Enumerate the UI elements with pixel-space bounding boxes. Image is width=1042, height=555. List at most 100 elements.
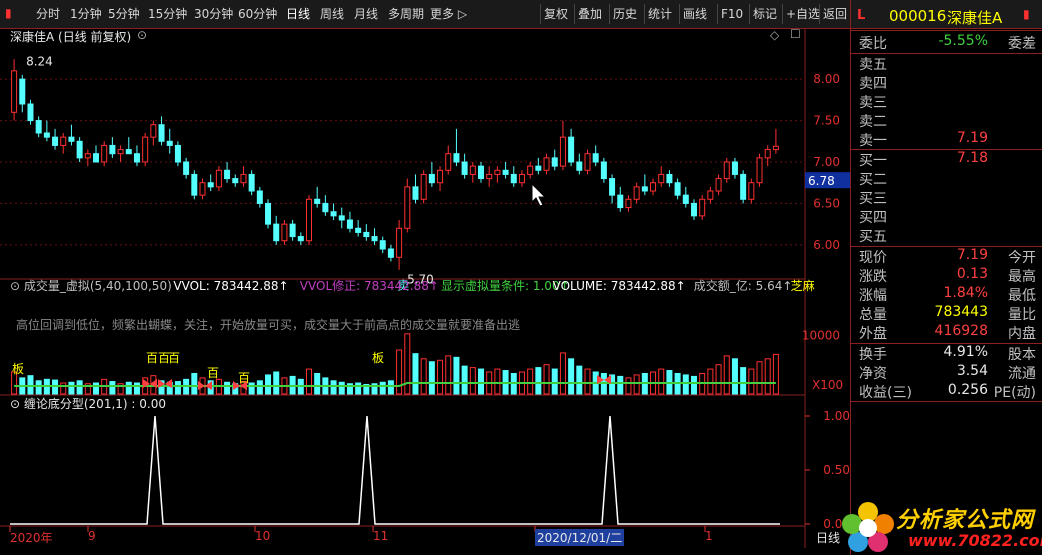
- tool-button[interactable]: 复权: [544, 5, 568, 23]
- volume-bar: [273, 371, 280, 395]
- volume-note: 高位回调到低位，频繁出蝴蝶，关注，开始放量可买，成交量大于前高点的成交量就要准备…: [16, 317, 520, 332]
- volume-bar: [35, 380, 42, 395]
- tool-button[interactable]: +自选: [786, 5, 820, 23]
- candle: [371, 236, 378, 242]
- kline-chart[interactable]: 8.00 7.50 7.00 6.50 6.00 8.24 5.70 卖 6.78 ⊙ 成交量_虚…: [0, 27, 851, 548]
- y-tick-label: 6.00: [813, 238, 840, 252]
- row-label: 收益(三): [859, 385, 912, 401]
- volume-bar: [379, 381, 386, 395]
- volume-bar: [355, 382, 362, 395]
- ask-row: 卖三: [855, 92, 1040, 111]
- volume-bar: [305, 368, 312, 395]
- volume-bar: [494, 368, 501, 395]
- row-value: 7.19: [956, 247, 988, 263]
- volume-bar: [420, 358, 427, 395]
- candle: [109, 144, 116, 155]
- volume-bar: [338, 381, 345, 395]
- period-tab[interactable]: 30分钟: [194, 5, 233, 23]
- period-tab[interactable]: 15分钟: [148, 5, 187, 23]
- y-tick-label: 6.50: [813, 196, 840, 210]
- l-icon: L: [857, 8, 866, 23]
- date-label: 2020年: [10, 531, 53, 545]
- y-tick-label: 7.50: [813, 114, 840, 128]
- row-label-right: 流通: [1008, 366, 1036, 382]
- tool-button[interactable]: 画线: [683, 5, 707, 23]
- expand-icon[interactable]: ▮: [1023, 7, 1030, 21]
- y-tick-label: 7.00: [813, 155, 840, 169]
- quote-row: 总量 783443 量比: [855, 304, 1040, 323]
- indicator-y-tick: 1.00: [823, 409, 850, 423]
- chart-canvas[interactable]: 8.007.507.006.506.008.245.70卖6.78⊙ 成交量_虚…: [0, 28, 851, 548]
- menu-icon[interactable]: ▮: [5, 6, 12, 20]
- row-label-right: 内盘: [1008, 326, 1036, 342]
- candle: [478, 165, 485, 180]
- candle: [240, 173, 247, 184]
- period-tab[interactable]: 日线: [286, 5, 310, 23]
- tool-button[interactable]: F10: [721, 5, 743, 23]
- volume-bar: [772, 353, 779, 395]
- row-label: 卖三: [859, 95, 887, 111]
- candle: [133, 153, 140, 163]
- diamond-icon[interactable]: ◇: [770, 28, 779, 42]
- volume-bar: [461, 365, 468, 395]
- row-value: 7.18: [956, 150, 988, 166]
- candle: [396, 227, 403, 258]
- row-value: 4.91%: [943, 344, 988, 360]
- candle: [559, 136, 566, 167]
- quote-row: 外盘 416928 内盘: [855, 323, 1040, 342]
- volume-bar: [576, 365, 583, 395]
- tool-button[interactable]: 返回: [823, 5, 847, 23]
- period-tab[interactable]: 分时: [36, 5, 60, 23]
- row-label-right: 最低: [1008, 288, 1036, 304]
- candle: [756, 157, 763, 184]
- bid-row: 买一 7.18: [855, 150, 1040, 169]
- candle: [740, 173, 747, 200]
- volume-bar: [27, 375, 34, 395]
- period-tab[interactable]: 月线: [354, 5, 378, 23]
- candle: [281, 223, 288, 242]
- signal-line: [10, 415, 780, 525]
- volume-bar: [584, 368, 591, 395]
- row-label-right: 最高: [1008, 269, 1036, 285]
- row-value: 0.256: [947, 382, 988, 398]
- candle: [510, 173, 517, 184]
- volume-bar: [568, 358, 575, 395]
- candle: [748, 182, 755, 200]
- period-tab[interactable]: 更多 ▷: [430, 5, 467, 23]
- chevron-down-icon[interactable]: ⊙: [137, 28, 147, 42]
- candle: [453, 153, 460, 163]
- volume-signal-label: 百百: [146, 351, 170, 365]
- volume-bar: [740, 367, 747, 395]
- volume-header-item: VVOL修正: 783442.88↑: [300, 278, 439, 293]
- period-tab[interactable]: 周线: [320, 5, 344, 23]
- period-tab[interactable]: 5分钟: [108, 5, 140, 23]
- high-price-label: 8.24: [26, 54, 53, 68]
- close-icon[interactable]: ☐: [790, 27, 801, 41]
- volume-bar: [76, 380, 83, 395]
- volume-header-item: 芝麻: [791, 278, 815, 293]
- candle: [486, 173, 493, 180]
- row-label: 总量: [859, 307, 887, 323]
- volume-bar: [690, 375, 697, 395]
- volume-header-item: VOLUME: 783442.88↑: [553, 279, 686, 293]
- volume-bar: [174, 381, 181, 395]
- candle: [682, 194, 689, 204]
- row-label-right: PE(动): [993, 385, 1036, 401]
- period-tab[interactable]: 60分钟: [238, 5, 277, 23]
- tool-button[interactable]: 统计: [648, 5, 672, 23]
- candle: [166, 140, 173, 146]
- candle: [322, 202, 329, 213]
- candle: [215, 169, 222, 188]
- period-tab[interactable]: 1分钟: [70, 5, 102, 23]
- volume-bar: [535, 367, 542, 395]
- tool-button[interactable]: 标记: [753, 5, 777, 23]
- tool-button[interactable]: 历史: [613, 5, 637, 23]
- volume-signal-label: 百: [238, 371, 250, 385]
- candle: [379, 240, 386, 250]
- weibi-label: 委比: [859, 36, 887, 52]
- volume-bar: [469, 367, 476, 395]
- mouse-cursor-icon: [531, 182, 547, 207]
- period-tab[interactable]: 多周期: [388, 5, 424, 23]
- tool-button[interactable]: 叠加: [578, 5, 602, 23]
- candle: [445, 153, 452, 171]
